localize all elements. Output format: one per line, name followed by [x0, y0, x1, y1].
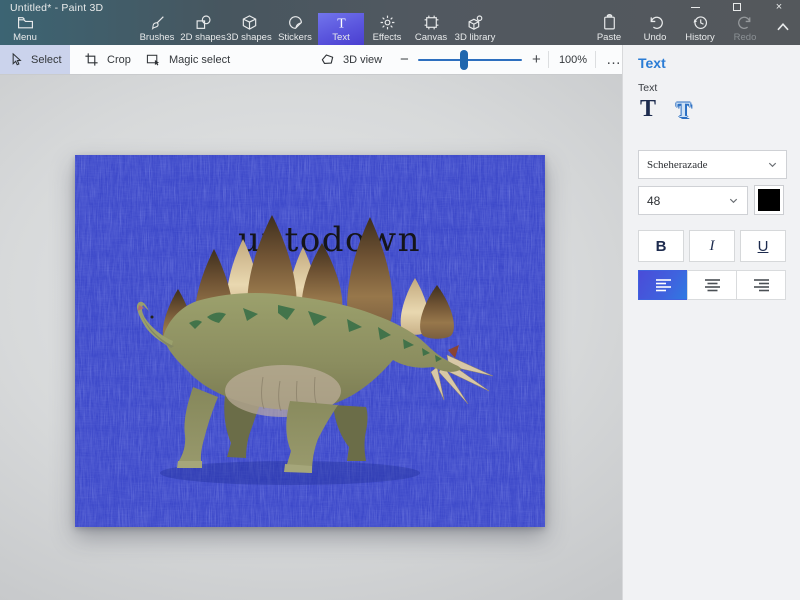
maximize-icon [733, 3, 741, 11]
3d-text-icon[interactable]: T [676, 99, 691, 121]
ellipsis-icon: … [606, 51, 622, 68]
maximize-button[interactable] [716, 0, 758, 14]
zoom-out-button[interactable]: − [392, 45, 417, 74]
undo-icon [647, 14, 664, 31]
3d-shapes-icon [241, 14, 258, 31]
text-settings-panel: Text Text T T Scheherazade 48 B I U [622, 45, 800, 600]
ribbon-tab-effects[interactable]: Effects [364, 13, 410, 45]
zoom-slider[interactable] [418, 45, 522, 74]
chevron-down-icon [728, 195, 739, 206]
tools-toolbar: Select Crop Magic select 3D view − [0, 45, 622, 75]
svg-text:T: T [337, 15, 346, 30]
zoom-slider-thumb[interactable] [460, 50, 468, 70]
3d-library-icon [467, 14, 484, 31]
text-type-section-label: Text [638, 82, 657, 94]
zoom-in-button[interactable]: + [524, 45, 549, 74]
close-button[interactable]: × [758, 0, 800, 14]
toolbar-divider-2 [595, 51, 596, 68]
3d-view-button[interactable]: 3D view [312, 45, 390, 74]
3d-view-label: 3D view [343, 54, 382, 66]
select-cursor-icon [8, 52, 23, 67]
canvas-icon [423, 14, 440, 31]
bold-button[interactable]: B [638, 230, 684, 262]
zoom-out-minus-icon: − [400, 51, 409, 68]
minimize-icon [691, 7, 700, 8]
title-and-ribbon-bar: Untitled* - Paint 3D × Menu Brushes 2D s… [0, 0, 800, 45]
ribbon-tab-canvas[interactable]: Canvas [408, 13, 454, 45]
canvas-artwork: uptodown [75, 155, 545, 527]
2d-shapes-icon [195, 14, 212, 31]
zoom-in-plus-icon: + [532, 51, 541, 68]
align-left-button[interactable] [638, 270, 688, 300]
underline-button[interactable]: U [740, 230, 786, 262]
effects-icon [379, 14, 396, 31]
2d-text-icon[interactable]: T [640, 97, 656, 121]
crop-icon [84, 52, 99, 67]
paste-icon [601, 14, 618, 31]
history-icon [692, 14, 709, 31]
align-right-icon [753, 278, 770, 292]
align-left-icon [655, 278, 672, 292]
font-family-select[interactable]: Scheherazade [638, 150, 787, 179]
magic-select-label: Magic select [169, 54, 230, 66]
ribbon-tab-3d-library[interactable]: 3D library [452, 13, 498, 45]
font-size-select[interactable]: 48 [638, 186, 748, 215]
crop-tool-label: Crop [107, 54, 131, 66]
align-right-button[interactable] [736, 270, 786, 300]
window-controls: × [674, 0, 800, 14]
text-color-swatch[interactable] [754, 185, 784, 215]
chevron-down-icon [767, 159, 778, 170]
select-tool-label: Select [31, 54, 62, 66]
menu-folder-icon [17, 14, 34, 31]
collapse-ribbon-chevron-icon[interactable] [774, 18, 792, 36]
font-size-value: 48 [647, 194, 660, 208]
brush-icon [149, 14, 166, 31]
menu-button[interactable]: Menu [2, 13, 48, 45]
redo-icon [737, 14, 754, 31]
ribbon-tab-2d-shapes[interactable]: 2D shapes [180, 13, 226, 45]
align-center-icon [704, 278, 721, 292]
history-button[interactable]: History [677, 13, 723, 45]
ribbon-tab-3d-shapes[interactable]: 3D shapes [226, 13, 272, 45]
drawing-canvas[interactable]: uptodown [75, 155, 545, 527]
ribbon-tab-brushes[interactable]: Brushes [134, 13, 180, 45]
text-icon: T [333, 14, 350, 31]
redo-button[interactable]: Redo [722, 13, 768, 45]
ribbon-tab-stickers[interactable]: Stickers [272, 13, 318, 45]
workspace[interactable]: uptodown [0, 75, 622, 600]
paint3d-window: Untitled* - Paint 3D × Menu Brushes 2D s… [0, 0, 800, 600]
italic-button[interactable]: I [689, 230, 735, 262]
crop-tool-button[interactable]: Crop [76, 45, 139, 74]
font-family-value: Scheherazade [647, 159, 707, 171]
text-color-value [758, 189, 780, 211]
undo-button[interactable]: Undo [632, 13, 678, 45]
align-center-button[interactable] [687, 270, 737, 300]
toolbar-divider [548, 51, 549, 68]
magic-select-button[interactable]: Magic select [138, 45, 238, 74]
panel-heading: Text [638, 55, 666, 71]
paste-button[interactable]: Paste [586, 13, 632, 45]
ribbon-tab-text[interactable]: T Text [318, 13, 364, 45]
magic-select-icon [146, 52, 161, 67]
zoom-percentage-button[interactable]: 100% [552, 45, 594, 74]
3d-view-icon [320, 52, 335, 67]
stickers-icon [287, 14, 304, 31]
zoom-slider-track[interactable] [418, 59, 522, 61]
minimize-button[interactable] [674, 0, 716, 14]
select-tool-button[interactable]: Select [0, 45, 70, 74]
zoom-percentage-value: 100% [559, 54, 587, 66]
close-icon: × [776, 2, 782, 13]
